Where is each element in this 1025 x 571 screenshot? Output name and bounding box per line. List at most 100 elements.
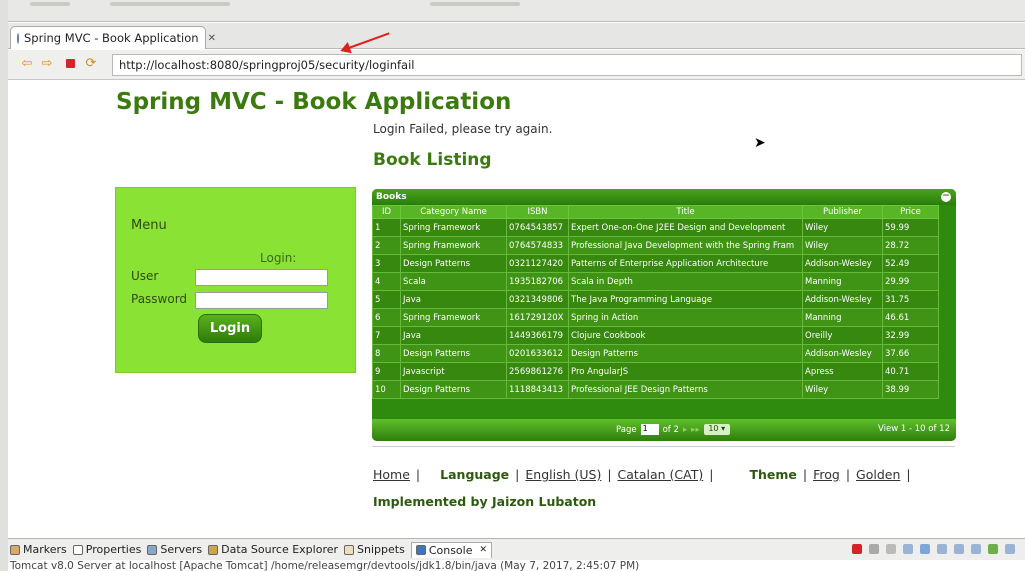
view-tab-properties[interactable]: Properties bbox=[72, 543, 141, 556]
servers-icon bbox=[147, 544, 158, 555]
view-tab-markers[interactable]: Markers bbox=[10, 543, 67, 556]
page-title: Spring MVC - Book Application bbox=[116, 89, 512, 115]
view-tab-servers[interactable]: Servers bbox=[147, 543, 202, 556]
column-header[interactable]: Title bbox=[568, 205, 803, 219]
close-icon[interactable]: ✕ bbox=[479, 545, 487, 555]
pager-of-label: of 2 bbox=[662, 424, 679, 435]
table-cell: Professional Java Development with the S… bbox=[568, 236, 803, 255]
table-cell: Wiley bbox=[802, 218, 883, 237]
table-row[interactable]: 5 Java 0321349806 The Java Programming Lang… bbox=[372, 290, 939, 309]
next-page-icon[interactable]: ▸ bbox=[683, 425, 687, 435]
browser-tab-bar: Spring MVC - Book Application ✕ bbox=[0, 23, 1025, 49]
view-label: Data Source Explorer bbox=[221, 543, 339, 556]
table-cell: Javascript bbox=[400, 362, 507, 381]
table-row[interactable]: 3 Design Patterns 0321127420 Patterns of En… bbox=[372, 254, 939, 273]
terminate-icon[interactable] bbox=[852, 544, 862, 554]
console-toolbar bbox=[852, 544, 1015, 554]
grid-caption: Books − bbox=[372, 189, 956, 205]
view-label: Console bbox=[428, 543, 473, 557]
table-cell: Design Patterns bbox=[400, 254, 507, 273]
column-header[interactable]: ISBN bbox=[506, 205, 569, 219]
page-input[interactable]: 1 bbox=[640, 424, 659, 435]
user-input[interactable] bbox=[195, 269, 328, 286]
column-header[interactable]: Category Name bbox=[400, 205, 507, 219]
user-label: User bbox=[131, 269, 159, 283]
show-on-output-icon[interactable] bbox=[937, 544, 947, 554]
table-cell: 52.49 bbox=[882, 254, 939, 273]
book-listing-heading: Book Listing bbox=[373, 150, 492, 170]
view-tab-console[interactable]: Console ✕ bbox=[410, 541, 493, 558]
open-console-icon[interactable] bbox=[988, 544, 998, 554]
table-header-row: ID Category Name ISBN Title Publisher Price bbox=[372, 205, 939, 219]
table-row[interactable]: 1 Spring Framework 0764543857 Expert One-on… bbox=[372, 218, 939, 237]
display-console-icon[interactable] bbox=[971, 544, 981, 554]
theme-golden-link[interactable]: Golden bbox=[856, 467, 900, 482]
home-link[interactable]: Home bbox=[373, 467, 410, 482]
globe-icon bbox=[17, 32, 19, 44]
close-icon[interactable]: ✕ bbox=[208, 33, 216, 44]
table-cell: Design Patterns bbox=[400, 344, 507, 363]
login-button[interactable]: Login bbox=[198, 314, 262, 343]
password-input[interactable] bbox=[195, 292, 328, 309]
table-cell: Design Patterns bbox=[568, 344, 803, 363]
table-cell: Manning bbox=[802, 308, 883, 327]
last-page-icon[interactable]: ▸▸ bbox=[691, 425, 700, 435]
view-label: Servers bbox=[160, 543, 203, 556]
table-row[interactable]: 8 Design Patterns 0201633612 Design Pattern… bbox=[372, 344, 939, 363]
theme-label: Theme bbox=[749, 467, 797, 482]
column-header[interactable]: ID bbox=[372, 205, 401, 219]
pager-page-label: Page bbox=[616, 424, 637, 435]
mouse-cursor-icon: ➤ bbox=[754, 135, 766, 151]
separator: | bbox=[802, 467, 808, 482]
books-grid: Books − ID Category Name ISBN Title Publishe… bbox=[372, 189, 956, 441]
language-english-link[interactable]: English (US) bbox=[525, 467, 601, 482]
view-label: Snippets bbox=[357, 543, 405, 556]
browser-nav-bar: ⇦ ⇨ ⟳ http://localhost:8080/springproj05… bbox=[0, 50, 1025, 80]
remove-launch-icon[interactable] bbox=[869, 544, 879, 554]
table-row[interactable]: 2 Spring Framework 0764574833 Professional … bbox=[372, 236, 939, 255]
stop-icon[interactable] bbox=[66, 59, 75, 68]
table-cell: 40.71 bbox=[882, 362, 939, 381]
forward-arrow-icon[interactable]: ⇨ bbox=[40, 57, 54, 71]
table-cell: Clojure Cookbook bbox=[568, 326, 803, 345]
table-cell: 0764574833 bbox=[506, 236, 569, 255]
table-cell: 6 bbox=[372, 308, 401, 327]
table-row[interactable]: 7 Java 1449366179 Clojure Cookbook Oreilly 32… bbox=[372, 326, 939, 345]
word-wrap-icon[interactable] bbox=[920, 544, 930, 554]
remove-all-icon[interactable] bbox=[886, 544, 896, 554]
collapse-icon[interactable]: − bbox=[941, 192, 951, 202]
refresh-icon[interactable]: ⟳ bbox=[84, 57, 98, 71]
table-cell: 10 bbox=[372, 380, 401, 399]
browser-tab[interactable]: Spring MVC - Book Application ✕ bbox=[10, 26, 216, 49]
table-cell: 5 bbox=[372, 290, 401, 309]
theme-frog-link[interactable]: Frog bbox=[813, 467, 840, 482]
table-row[interactable]: 10 Design Patterns 1118843413 Professional … bbox=[372, 380, 939, 399]
table-cell: Scala in Depth bbox=[568, 272, 803, 291]
column-header[interactable]: Publisher bbox=[802, 205, 883, 219]
table-cell: Patterns of Enterprise Application Archi… bbox=[568, 254, 803, 273]
language-catalan-link[interactable]: Catalan (CAT) bbox=[618, 467, 704, 482]
scroll-lock-icon[interactable] bbox=[903, 544, 913, 554]
back-arrow-icon[interactable]: ⇦ bbox=[20, 57, 34, 71]
table-cell: Oreilly bbox=[802, 326, 883, 345]
table-row[interactable]: 6 Spring Framework 161729120X Spring in Act… bbox=[372, 308, 939, 327]
url-field[interactable]: http://localhost:8080/springproj05/secur… bbox=[112, 54, 1022, 76]
table-cell: 3 bbox=[372, 254, 401, 273]
table-row[interactable]: 9 Javascript 2569861276 Pro AngularJS Apress… bbox=[372, 362, 939, 381]
view-info: View 1 - 10 of 12 bbox=[878, 424, 950, 434]
table-cell: 9 bbox=[372, 362, 401, 381]
minimize-icon[interactable] bbox=[1005, 544, 1015, 554]
table-cell: Addison-Wesley bbox=[802, 290, 883, 309]
rows-per-page-select[interactable]: 10 ▾ bbox=[703, 424, 730, 435]
pin-console-icon[interactable] bbox=[954, 544, 964, 554]
view-tab-snippets[interactable]: Snippets bbox=[344, 543, 405, 556]
table-row[interactable]: 4 Scala 1935182706 Scala in Depth Manning 29.… bbox=[372, 272, 939, 291]
table-cell: Wiley bbox=[802, 236, 883, 255]
table-cell: 0321349806 bbox=[506, 290, 569, 309]
view-tab-data-source-explorer[interactable]: Data Source Explorer bbox=[208, 543, 338, 556]
table-cell: 2569861276 bbox=[506, 362, 569, 381]
login-title: Login: bbox=[260, 251, 297, 265]
table-cell: Spring in Action bbox=[568, 308, 803, 327]
column-header[interactable]: Price bbox=[882, 205, 939, 219]
